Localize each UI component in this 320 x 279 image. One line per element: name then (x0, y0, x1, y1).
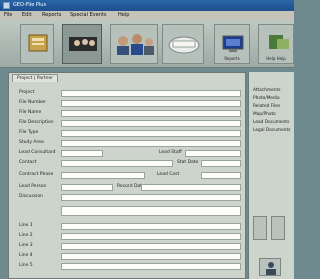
side-item-map-photo[interactable]: Map/Photo (253, 112, 276, 117)
title-bar: GEO-File Plus (0, 0, 294, 11)
side-item-attachments[interactable]: Attachments (253, 88, 280, 93)
file-description-field[interactable] (61, 120, 241, 127)
contract-phase-label: Contract Phase (19, 172, 54, 177)
project-label: Project (19, 90, 35, 95)
file-type-field[interactable] (61, 130, 241, 137)
side-action-button[interactable] (259, 258, 281, 276)
help-button[interactable]: Help Help (258, 24, 294, 64)
line3-field[interactable] (61, 243, 241, 250)
line2-field[interactable] (61, 233, 241, 240)
lead-consultant-label: Lead Consultant (19, 150, 56, 155)
menu-file[interactable]: File (4, 12, 12, 18)
discussion-field[interactable] (61, 194, 241, 201)
window-title: GEO-File Plus (13, 2, 47, 8)
user-icon (266, 262, 276, 275)
file-number-field[interactable] (61, 100, 241, 107)
study-area-field[interactable] (61, 140, 241, 147)
stat-date-label: Stat Date (177, 160, 199, 165)
record-form: Project | Partner Project File Number Fi… (8, 72, 246, 279)
side-prev-button[interactable] (253, 216, 267, 240)
line5-label: Line 5 (19, 263, 33, 268)
toolbar: Reports Help Help (0, 20, 294, 68)
contact-label: Contact (19, 160, 37, 165)
line4-field[interactable] (61, 253, 241, 260)
menu-reports[interactable]: Reports (42, 12, 61, 18)
lead-person-label: Lead Person (19, 184, 47, 189)
notes-area[interactable] (61, 206, 241, 216)
lead-cost-field[interactable] (201, 172, 241, 179)
tab-project-partner[interactable]: Project | Partner (12, 74, 59, 82)
menu-help[interactable]: Help (118, 12, 129, 18)
tab-row: Project | Partner (9, 73, 245, 82)
line1-field[interactable] (61, 223, 241, 230)
study-area-label: Study Area (19, 140, 44, 145)
menu-bar: File Edit Reports Special Events Help (0, 11, 294, 20)
side-item-photo-media[interactable]: Photo/Media (253, 96, 280, 101)
file-name-label: File Name (19, 110, 42, 115)
lead-staff-label: Lead Staff (159, 150, 182, 155)
file-number-label: File Number (19, 100, 47, 105)
side-item-legal-documents[interactable]: Legal Documents (253, 128, 290, 133)
lead-consultant-field[interactable] (61, 150, 103, 157)
file-description-label: File Description (19, 120, 54, 125)
meeting-icon (117, 34, 154, 55)
side-next-button[interactable] (271, 216, 285, 240)
side-item-lead-documents[interactable]: Lead Documents (253, 120, 289, 125)
lead-person-field[interactable] (61, 184, 113, 191)
notes-button[interactable] (162, 24, 204, 64)
line1-label: Line 1 (19, 223, 33, 228)
contract-phase-field[interactable] (61, 172, 145, 179)
discussion-label: Discussion (19, 194, 43, 199)
contact-field[interactable] (61, 160, 173, 167)
file-type-label: File Type (19, 130, 39, 135)
line4-label: Line 4 (19, 253, 33, 258)
menu-special-events[interactable]: Special Events (70, 12, 107, 18)
line2-label: Line 2 (19, 233, 33, 238)
reports-button[interactable]: Reports (214, 24, 250, 64)
line3-label: Line 3 (19, 243, 33, 248)
contacts-button[interactable] (20, 24, 54, 64)
app-icon (3, 2, 10, 9)
menu-edit[interactable]: Edit (22, 12, 32, 18)
documents-icon (168, 36, 200, 54)
lead-staff-field[interactable] (185, 150, 241, 157)
address-book-icon (28, 34, 48, 52)
stat-date-field[interactable] (201, 160, 241, 167)
project-field[interactable] (61, 90, 241, 97)
line5-field[interactable] (61, 263, 241, 270)
lead-cost-label: Lead Cost (157, 172, 180, 177)
side-item-related-files[interactable]: Related Files (253, 104, 280, 109)
file-name-field[interactable] (61, 110, 241, 117)
staff-button[interactable] (110, 24, 158, 64)
record-date-field[interactable] (141, 184, 241, 191)
reports-label: Reports (224, 56, 240, 61)
help-label: Help Help (266, 56, 286, 61)
side-panel: Attachments Photo/Media Related Files Ma… (248, 72, 294, 279)
people-icon (69, 37, 97, 51)
clients-button[interactable] (62, 24, 102, 64)
